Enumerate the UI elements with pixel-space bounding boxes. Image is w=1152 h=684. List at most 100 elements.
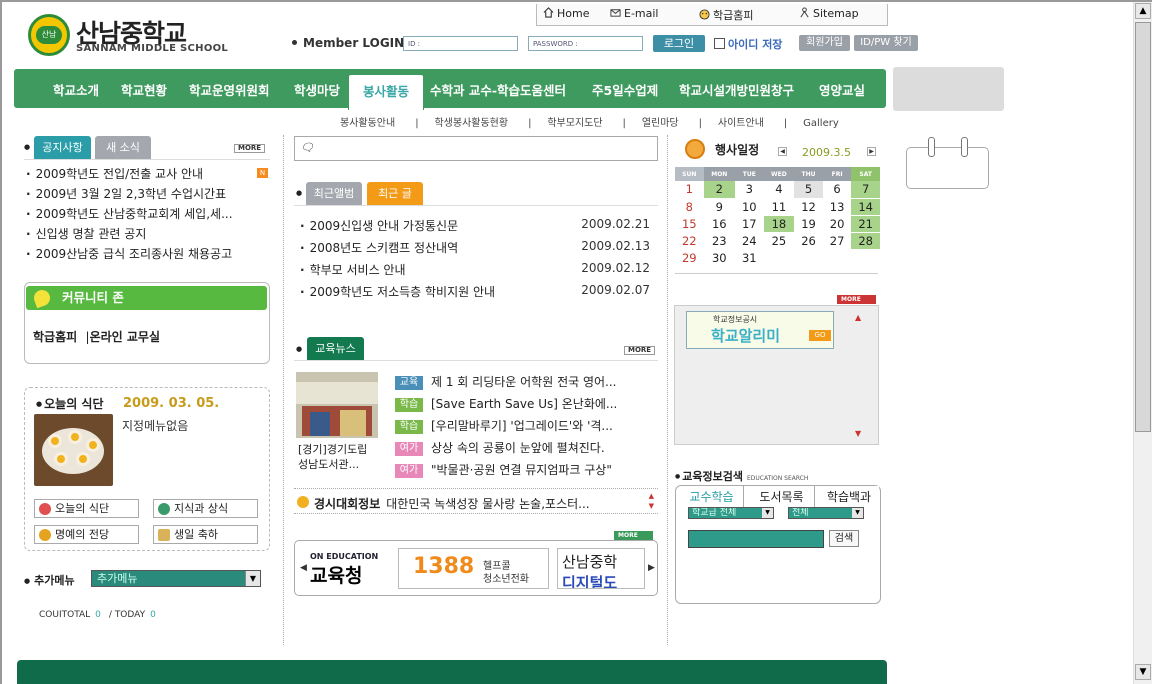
subnav-status[interactable]: 학생봉사활동현황 [434,118,508,129]
tab-encyclopedia[interactable]: 학습백과 [819,486,879,508]
calendar-next-icon[interactable]: ▶ [867,147,876,156]
banner-more-button[interactable]: MORE [614,531,653,540]
board-down-icon[interactable]: ▼ [855,429,861,438]
calendar-day[interactable]: 13 [822,198,852,216]
banner-education-office[interactable]: ON EDUCATION 교육청 [310,548,390,589]
tab-news[interactable]: 새 소식 [95,136,151,159]
list-item[interactable]: 교육 제 1 회 리딩타운 어학원 전국 영어... [395,373,617,395]
calendar-day[interactable]: 15 [675,215,704,233]
calendar-day[interactable]: 16 [703,215,735,233]
calendar-day[interactable]: 20 [822,215,852,233]
community-link-classpage[interactable]: 학급홈피 [33,330,77,344]
list-item[interactable]: 학부모 서비스 안내 2009.02.12 [300,261,650,283]
edu-photo-caption[interactable]: [경기]경기도립 성남도서관... [298,442,367,472]
chevron-down-icon[interactable]: ▼ [245,571,260,586]
topnav-classpage[interactable]: 학급홈피 [699,7,753,23]
list-item[interactable]: 2009신입생 안내 가정통신문 2009.02.21 [300,217,650,239]
tab-notice[interactable]: 공지사항 [34,136,91,159]
banner-digital-library[interactable]: 산남중학 디지털도 [557,548,645,589]
chevron-down-icon[interactable]: ▼ [852,508,863,518]
calendar-day[interactable]: 25 [763,232,795,250]
list-item[interactable]: 2009학년도 산남중학교회계 세입,세... [26,205,233,225]
edu-search-button[interactable]: 검색 [829,530,859,547]
alimi-go-button[interactable]: GO [809,330,831,341]
tab-edu-news[interactable]: 교육뉴스 [307,337,364,360]
banner-helpcall-1388[interactable]: 1388 헬프콜 청소년전화 [398,548,549,589]
calendar-day[interactable]: 30 [703,249,735,267]
banner-next-icon[interactable]: ▶ [648,563,655,573]
calendar-day[interactable]: 12 [794,198,823,216]
calendar-day[interactable]: 18 [763,215,795,233]
school-level-select[interactable]: 학교급 전체 ▼ [688,507,774,519]
nav-steering-committee[interactable]: 학교운영위원회 [189,80,270,99]
calendar-day[interactable]: 3 [734,181,764,199]
calendar-day[interactable]: 6 [822,181,852,199]
contest-info-ticker[interactable]: 경시대회정보 대한민국 녹색성장 물사랑 논술,포스터... ▲ ▼ [294,488,658,514]
list-item[interactable]: 2009년 3월 2일 2,3학년 수업시간표 [26,185,233,205]
scroll-thumb[interactable] [1135,22,1151,432]
list-item[interactable]: 2009학년도 전입/전출 교사 안내 [26,165,233,185]
school-alimi-banner[interactable]: 학교정보공시 학교알리미 GO [686,311,834,349]
save-id-checkbox[interactable]: 아이디 저장 [714,36,782,52]
calendar-day[interactable]: 9 [703,198,735,216]
edu-search-input[interactable] [688,530,824,548]
tab-recent-posts[interactable]: 최근 글 [367,182,423,205]
calendar-day[interactable]: 26 [794,232,823,250]
calendar-day[interactable]: 24 [734,232,764,250]
tab-recent-album[interactable]: 최근앨범 [306,182,362,205]
calendar-day[interactable]: 31 [734,249,764,267]
calendar-day[interactable]: 11 [763,198,795,216]
board-up-icon[interactable]: ▲ [855,313,861,322]
subnav-open-yard[interactable]: 열린마당 [642,118,679,129]
calendar-day[interactable]: 28 [851,232,880,250]
list-item[interactable]: 2009산남중 급식 조리종사원 채용공고 [26,245,233,265]
login-button[interactable]: 로그인 [653,35,705,52]
subnav-site-guide[interactable]: 사이트안내 [718,118,764,129]
subnav-parents[interactable]: 학부모지도단 [547,118,602,129]
checkbox-icon[interactable] [714,38,725,49]
knowledge-button[interactable]: 지식과 상식 [153,499,258,518]
edu-news-more-button[interactable]: MORE [624,346,656,355]
list-item[interactable]: 여가 "박물관·공원 연결 뮤지엄파크 구상" [395,461,617,483]
calendar-day[interactable]: 4 [763,181,795,199]
nav-school-intro[interactable]: 학교소개 [53,80,99,99]
nav-student-yard[interactable]: 학생마당 [294,80,340,99]
calendar-day[interactable]: 1 [675,181,704,199]
banner-prev-icon[interactable]: ◀ [300,563,307,573]
topnav-sitemap[interactable]: Sitemap [799,7,859,20]
calendar-day[interactable]: 17 [734,215,764,233]
find-idpw-button[interactable]: ID/PW 찾기 [854,35,918,51]
todays-meal-button[interactable]: 오늘의 식단 [34,499,139,518]
nav-volunteer-active[interactable]: 봉사활동 [348,74,424,110]
calendar-day[interactable]: 14 [851,198,880,216]
topnav-home[interactable]: Home [543,7,589,20]
calendar-day[interactable]: 2 [703,181,735,199]
community-link-online-office[interactable]: 온라인 교무실 [90,330,160,344]
edu-news-photo[interactable] [296,372,378,438]
nav-nutrition[interactable]: 영양교실 [819,80,865,99]
add-menu-select[interactable]: 추가메뉴 ▼ [91,570,261,587]
nav-school-status[interactable]: 학교현황 [121,80,167,99]
subnav-gallery[interactable]: Gallery [803,118,839,129]
scroll-up-arrow-icon[interactable]: ▲ [1135,3,1151,19]
password-input[interactable]: PASSWORD : [528,36,643,51]
nav-math-center[interactable]: 수학과 교수-학습도움센터 [430,80,566,99]
center-search-bar[interactable]: 🗨︎ [294,136,658,161]
tab-teaching[interactable]: 교수학습 [680,486,744,508]
list-item[interactable]: 학습 [Save Earth Save Us] 온난화에... [395,395,617,417]
ticker-updown-icon[interactable]: ▲ ▼ [649,491,654,511]
join-button[interactable]: 회원가입 [799,35,850,51]
calendar-day[interactable]: 21 [851,215,880,233]
hall-of-fame-button[interactable]: 명예의 전당 [34,525,139,544]
category-select[interactable]: 전체 ▼ [788,507,864,519]
calendar-day[interactable]: 10 [734,198,764,216]
list-item[interactable]: 2009학년도 저소득층 학비지원 안내 2009.02.07 [300,283,650,305]
birthday-button[interactable]: 생일 축하 [153,525,258,544]
id-input[interactable]: ID : [403,36,518,51]
calendar-day[interactable]: 7 [851,181,880,199]
topnav-email[interactable]: E-mail [610,7,659,20]
scroll-down-arrow-icon[interactable]: ▼ [1135,664,1151,680]
calendar-day[interactable]: 27 [822,232,852,250]
list-item[interactable]: 학습 [우리말바루기] '업그레이드'와 '격... [395,417,617,439]
calendar-day[interactable]: 8 [675,198,704,216]
